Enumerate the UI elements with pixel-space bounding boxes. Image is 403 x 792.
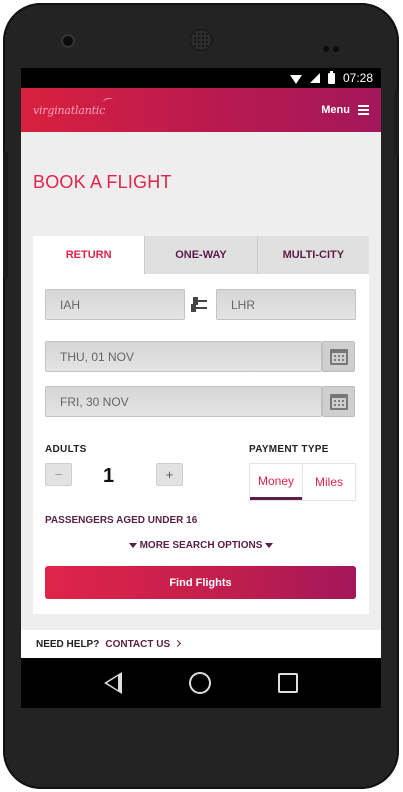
screen: 07:28 virginatlantic Menu BOOK A FLIGHT … xyxy=(21,68,381,658)
brand-logo[interactable]: virginatlantic xyxy=(33,96,114,117)
logo-flourish-icon xyxy=(102,96,114,105)
caret-down-icon xyxy=(265,542,274,548)
return-calendar-button[interactable] xyxy=(322,386,355,417)
logo-text: virginatlantic xyxy=(33,103,106,117)
destination-input[interactable]: LHR xyxy=(216,289,356,320)
page-title: BOOK A FLIGHT xyxy=(33,172,172,192)
android-nav-bar xyxy=(21,658,381,708)
phone-top-bezel xyxy=(3,3,399,67)
more-search-options-toggle[interactable]: MORE SEARCH OPTIONS xyxy=(33,540,369,551)
caret-down-icon xyxy=(128,542,137,548)
wifi-icon xyxy=(289,74,302,84)
power-button xyxy=(394,91,399,155)
departure-calendar-button[interactable] xyxy=(322,341,355,372)
passengers-under-16-link[interactable]: PASSENGERS AGED UNDER 16 xyxy=(45,515,197,526)
signal-icon xyxy=(309,73,320,83)
adults-label: ADULTS xyxy=(45,444,87,455)
recent-apps-icon[interactable] xyxy=(277,673,298,693)
payment-money-option[interactable]: Money xyxy=(250,464,302,500)
tab-return[interactable]: RETURN xyxy=(33,236,145,274)
help-bar: NEED HELP? CONTACT US xyxy=(21,630,381,658)
volume-button xyxy=(3,151,8,279)
home-icon[interactable] xyxy=(188,672,211,694)
app-header: virginatlantic Menu xyxy=(21,88,381,132)
adults-decrement-button[interactable]: − xyxy=(45,463,72,486)
battery-icon xyxy=(327,70,335,84)
status-bar: 07:28 xyxy=(21,68,381,88)
status-time: 07:28 xyxy=(342,71,373,85)
departure-date-field[interactable]: THU, 01 NOV xyxy=(45,341,322,372)
tab-one-way[interactable]: ONE-WAY xyxy=(144,236,257,274)
find-flights-button[interactable]: Find Flights xyxy=(45,566,356,599)
need-help-label: NEED HELP? xyxy=(36,638,100,650)
origin-input[interactable]: IAH xyxy=(45,289,185,320)
calendar-icon xyxy=(329,393,348,410)
sensor-icon xyxy=(63,36,73,46)
contact-us-label: CONTACT US xyxy=(105,638,171,650)
tab-multi-city[interactable]: MULTI-CITY xyxy=(256,236,369,274)
swap-icon[interactable] xyxy=(191,296,211,314)
more-options-label: MORE SEARCH OPTIONS xyxy=(139,540,263,551)
adults-increment-button[interactable]: + xyxy=(156,463,183,486)
payment-type-label: PAYMENT TYPE xyxy=(249,444,329,455)
menu-label: Menu xyxy=(321,104,350,116)
earpiece-speaker xyxy=(189,28,213,52)
contact-us-link[interactable]: CONTACT US xyxy=(105,638,181,650)
payment-type-toggle: Money Miles xyxy=(249,463,356,501)
payment-miles-option[interactable]: Miles xyxy=(302,464,355,500)
front-camera xyxy=(323,39,343,57)
adults-count: 1 xyxy=(103,465,115,487)
hamburger-icon xyxy=(358,105,369,115)
back-icon[interactable] xyxy=(104,672,123,694)
calendar-icon xyxy=(329,348,348,365)
return-date-field[interactable]: FRI, 30 NOV xyxy=(45,386,322,417)
booking-card: RETURN ONE-WAY MULTI-CITY IAH LHR THU, 0… xyxy=(33,236,369,614)
chevron-right-icon xyxy=(173,640,181,648)
trip-type-tabs: RETURN ONE-WAY MULTI-CITY xyxy=(33,236,369,274)
menu-button[interactable]: Menu xyxy=(321,104,369,116)
